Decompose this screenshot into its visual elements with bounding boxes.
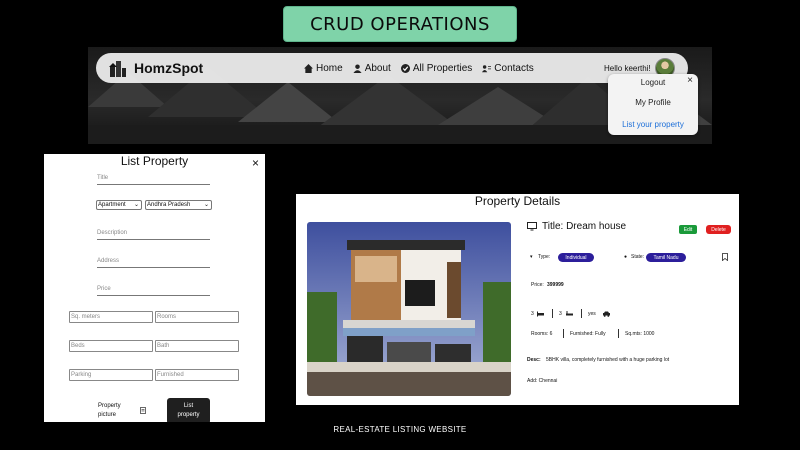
slide-caption: REAL-ESTATE LISTING WEBSITE (333, 425, 467, 434)
chevron-down-icon: ⌄ (133, 202, 139, 208)
navbar: HomzSpot Home About All Properties Conta… (96, 53, 688, 83)
state-badge: Tamil Nadu (646, 253, 686, 262)
close-icon[interactable]: × (252, 156, 259, 170)
type-select-value: Apartment (98, 202, 126, 208)
tag-icon: ▾ (530, 254, 533, 260)
brand[interactable]: HomzSpot (108, 58, 203, 78)
separator (581, 309, 582, 318)
furnished-input[interactable]: Furnished (155, 369, 239, 381)
parking-value: yes (588, 311, 596, 317)
state-select-value: Andhra Pradesh (147, 202, 191, 208)
description-input[interactable]: Description (97, 228, 210, 240)
bed-icon (537, 311, 544, 317)
sqmts-value: Sq.mts: 1000 (625, 331, 655, 337)
user-icon (353, 63, 362, 73)
price-label: Price: (531, 282, 544, 288)
menu-my-profile[interactable]: My Profile (608, 98, 698, 107)
chevron-down-icon: ⌄ (203, 202, 209, 208)
nav-about-label: About (364, 62, 391, 74)
separator (563, 329, 564, 338)
nav-all-properties-label: All Properties (412, 62, 473, 74)
nav-about[interactable]: About (353, 63, 391, 74)
delete-button[interactable]: Delete (706, 225, 731, 234)
site-header: HomzSpot Home About All Properties Conta… (88, 47, 712, 144)
submit-label-line-2: property (177, 412, 200, 418)
state-select[interactable]: Andhra Pradesh ⌄ (145, 200, 212, 210)
property-details-card: Property Details Title: Dream house Edit… (296, 194, 739, 405)
profile-dropdown: × Logout My Profile List your property (608, 74, 698, 135)
address-value: Add: Chennai (527, 378, 558, 384)
beds-count: 3 (531, 311, 534, 317)
nav-all-properties[interactable]: All Properties (400, 62, 473, 74)
menu-logout[interactable]: Logout (608, 78, 698, 87)
rooms-value: Rooms: 6 (531, 331, 553, 337)
property-title: Title: Dream house (527, 221, 626, 232)
nav-home-label: Home (316, 62, 343, 74)
contacts-icon (482, 64, 492, 72)
car-icon (603, 311, 610, 317)
house-photo (307, 222, 511, 396)
submit-label-line-1: List (183, 403, 194, 409)
picture-label: Property picture (98, 402, 121, 420)
nav-contacts-label: Contacts (494, 62, 534, 74)
brand-name: HomzSpot (134, 60, 204, 76)
bath-icon (566, 311, 573, 316)
separator (552, 309, 553, 318)
title-input[interactable]: Title (97, 173, 210, 185)
nav-home[interactable]: Home (304, 63, 343, 74)
baths-count: 3 (559, 311, 562, 317)
nav-links: Home About All Properties Contacts (304, 53, 544, 83)
city-logo-icon (109, 61, 126, 77)
bath-input[interactable]: Bath (155, 340, 239, 352)
type-select[interactable]: Apartment ⌄ (96, 200, 142, 210)
picture-label-line-1: Property (98, 403, 121, 409)
type-badge: Individual (558, 253, 594, 262)
monitor-icon (527, 222, 537, 231)
beds-input[interactable]: Beds (69, 340, 153, 352)
file-upload-icon[interactable] (140, 407, 146, 414)
slide-title: CRUD OPERATIONS (283, 6, 517, 42)
price-value: 399999 (547, 282, 564, 288)
address-input[interactable]: Address (97, 256, 210, 268)
price-input[interactable]: Price (97, 284, 210, 296)
picture-label-line-2: picture (98, 412, 117, 418)
list-property-modal: List Property × Title Apartment ⌄ Andhra… (44, 154, 265, 422)
parking-input[interactable]: Parking (69, 369, 153, 381)
state-label: State: (631, 254, 645, 260)
rooms-input[interactable]: Rooms (155, 311, 239, 323)
furnished-value: Furnished: Fully (570, 331, 606, 337)
property-title-text: Title: Dream house (542, 221, 627, 232)
desc-label: Desc: (527, 357, 541, 363)
edit-button[interactable]: Edit (679, 225, 697, 234)
modal-title: List Property (120, 154, 189, 168)
list-property-button[interactable]: List property (167, 398, 210, 422)
menu-list-your-property[interactable]: List your property (608, 120, 698, 129)
nav-contacts[interactable]: Contacts (482, 62, 534, 74)
check-circle-icon (400, 63, 410, 73)
type-label: Type: (538, 254, 551, 260)
separator (618, 329, 619, 338)
globe-icon: ● (624, 254, 628, 260)
details-heading: Property Details (474, 194, 561, 208)
home-icon (304, 63, 313, 73)
bookmark-icon[interactable] (722, 253, 728, 261)
sqmeters-input[interactable]: Sq. meters (69, 311, 153, 323)
desc-value: 5BHK villa, completely furnished with a … (546, 357, 670, 363)
